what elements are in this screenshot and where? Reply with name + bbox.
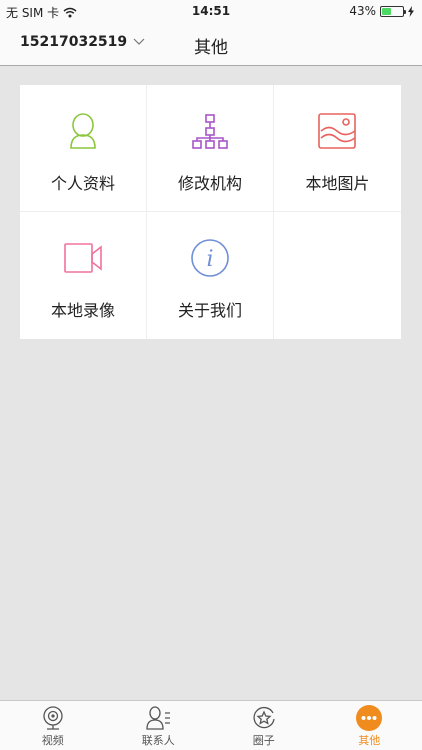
menu-item-label: 修改机构 xyxy=(177,174,242,193)
menu-item-empty xyxy=(274,212,401,339)
video-camera-icon xyxy=(64,243,102,273)
status-bar: 无 SIM 卡 14:51 43% xyxy=(0,0,422,22)
svg-text:i: i xyxy=(206,247,213,272)
contacts-icon xyxy=(146,706,171,730)
menu-item-change-org[interactable]: 修改机构 xyxy=(147,85,274,212)
menu-item-label: 个人资料 xyxy=(50,174,115,193)
menu-item-local-pictures[interactable]: 本地图片 xyxy=(274,85,401,212)
status-right: 43% xyxy=(349,4,414,18)
tab-bar: 视频 联系人 圈子 其他 xyxy=(0,700,422,750)
org-chart-icon xyxy=(192,114,228,149)
tab-label: 其他 xyxy=(358,734,381,747)
charging-icon xyxy=(408,5,414,17)
tab-label: 联系人 xyxy=(141,734,175,747)
picture-icon xyxy=(318,113,356,149)
tab-contacts[interactable]: 联系人 xyxy=(106,701,212,750)
menu-item-label: 本地图片 xyxy=(305,174,370,193)
star-circle-icon xyxy=(253,706,275,729)
menu-item-about-us[interactable]: i 关于我们 xyxy=(147,212,274,339)
menu-item-label: 本地录像 xyxy=(50,301,115,320)
menu-item-label: 关于我们 xyxy=(177,301,242,320)
battery-fill xyxy=(382,7,391,15)
tab-label: 圈子 xyxy=(252,734,275,747)
tab-circle[interactable]: 圈子 xyxy=(211,701,317,750)
battery-icon xyxy=(380,5,406,17)
more-dots-icon xyxy=(356,705,383,731)
page-title: 其他 xyxy=(194,38,228,58)
webcam-icon xyxy=(43,706,63,730)
info-icon: i xyxy=(191,239,229,277)
menu-item-profile[interactable]: 个人资料 xyxy=(20,85,147,212)
battery-percent: 43% xyxy=(349,4,376,18)
menu-grid: 个人资料 修改机构 本地图片 本地录像 i 关于我们 xyxy=(20,85,401,339)
tab-video[interactable]: 视频 xyxy=(0,701,106,750)
person-icon xyxy=(70,113,96,149)
tab-other[interactable]: 其他 xyxy=(317,701,422,750)
nav-bar: 15217032519 其他 xyxy=(0,22,422,66)
tab-label: 视频 xyxy=(41,734,64,747)
menu-item-local-videos[interactable]: 本地录像 xyxy=(20,212,147,339)
